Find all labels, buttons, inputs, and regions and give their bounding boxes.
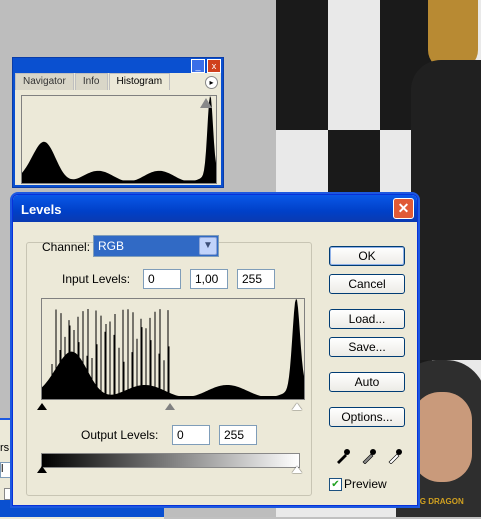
fragment-field: l [0,462,12,478]
minimize-button[interactable]: _ [191,59,205,73]
tab-info[interactable]: Info [74,73,108,90]
output-white-field[interactable]: 255 [219,425,257,445]
channel-value: RGB [98,239,125,253]
ok-button[interactable]: OK [329,246,405,266]
palette-menu-icon[interactable]: ▸ [205,76,218,89]
dialog-title-bar[interactable]: Levels ✕ [13,195,417,222]
input-gamma-field[interactable]: 1,00 [190,269,228,289]
warning-icon [200,98,212,108]
person-dark-suit [411,60,481,360]
palette-histogram-svg [22,96,216,183]
options-button[interactable]: Options... [329,407,405,427]
palette-tabs: Navigator Info Histogram ▸ [15,73,221,90]
input-gamma-slider[interactable] [165,403,175,410]
output-black-slider[interactable] [37,466,47,473]
tab-navigator[interactable]: Navigator [15,73,74,90]
close-icon[interactable]: ✕ [393,198,414,219]
levels-dialog: Levels ✕ Channel: RGB ▼ Input Levels: 0 … [12,194,418,506]
input-black-field[interactable]: 0 [143,269,181,289]
auto-button[interactable]: Auto [329,372,405,392]
histogram-palette[interactable]: _ x Navigator Info Histogram ▸ [12,57,224,188]
child-face [412,392,472,482]
white-eyedropper-icon[interactable] [387,448,403,465]
load-button[interactable]: Load... [329,309,405,329]
fragment-label: rs [0,442,10,454]
histogram-shape [22,96,216,183]
preview-label: Preview [344,477,387,491]
gray-eyedropper-icon[interactable] [361,448,377,465]
levels-histogram-svg [42,299,304,399]
histogram-shape [42,299,304,399]
palette-histogram-graph [21,95,217,184]
tab-histogram[interactable]: Histogram [108,73,171,90]
output-white-slider[interactable] [292,466,302,473]
cancel-button[interactable]: Cancel [329,274,405,294]
output-black-field[interactable]: 0 [172,425,210,445]
input-white-slider[interactable] [292,403,302,410]
channel-select[interactable]: RGB ▼ [93,235,219,257]
channel-label: Channel: [42,240,91,254]
palette-body: Navigator Info Histogram ▸ [15,73,221,185]
chevron-down-icon[interactable]: ▼ [199,237,217,255]
palette-title-bar[interactable]: _ x [13,58,223,73]
close-button[interactable]: x [207,59,221,73]
dialog-title: Levels [21,202,62,217]
preview-checkbox[interactable]: ✔ [329,478,342,491]
black-eyedropper-icon[interactable] [335,448,351,464]
save-button[interactable]: Save... [329,337,405,357]
checker-square [276,0,328,130]
input-white-field[interactable]: 255 [237,269,275,289]
input-black-slider[interactable] [37,403,47,410]
output-levels-label: Output Levels: [81,428,159,442]
output-gradient-bar [41,453,300,468]
input-levels-label: Input Levels: [62,272,131,286]
levels-histogram [41,298,305,400]
